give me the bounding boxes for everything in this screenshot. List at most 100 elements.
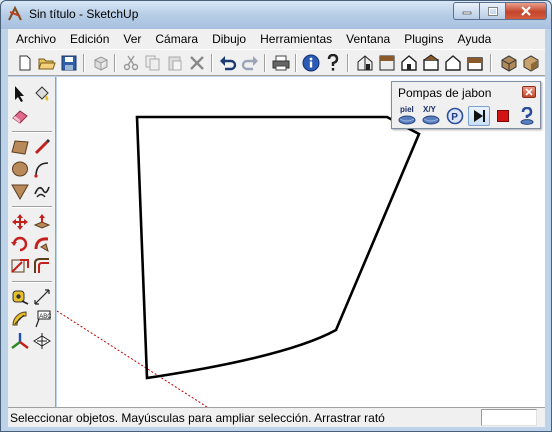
- open-button[interactable]: [37, 53, 57, 73]
- protractor-tool-button[interactable]: [10, 309, 30, 329]
- tools-toolbar: ABC: [8, 77, 56, 407]
- minimize-button[interactable]: [453, 2, 479, 20]
- top-view-button[interactable]: [377, 53, 397, 73]
- scale-tool-button[interactable]: [10, 256, 30, 276]
- menu-herramientas[interactable]: Herramientas: [253, 30, 339, 48]
- rotate-tool-button[interactable]: [10, 234, 30, 254]
- save-button[interactable]: [59, 53, 79, 73]
- toolbar-close-button[interactable]: [522, 86, 536, 98]
- title-bar[interactable]: Sin título - SketchUp: [1, 1, 551, 29]
- redo-button[interactable]: [240, 53, 260, 73]
- push-pull-icon: [33, 214, 51, 229]
- rectangle-tool-button[interactable]: [10, 137, 30, 157]
- new-button[interactable]: [15, 53, 35, 73]
- polygon-tool-button[interactable]: [10, 181, 30, 201]
- p-button[interactable]: P: [444, 106, 466, 126]
- move-tool-button[interactable]: [10, 212, 30, 232]
- polygon-icon: [11, 184, 29, 200]
- model-info-button[interactable]: [301, 53, 321, 73]
- menu-camara[interactable]: Cámara: [148, 30, 205, 48]
- xy-button[interactable]: X/Y: [420, 105, 442, 126]
- menu-plugins[interactable]: Plugins: [397, 30, 450, 48]
- info-icon: [302, 54, 320, 72]
- line-tool-button[interactable]: [32, 137, 52, 157]
- rotate-icon: [11, 236, 28, 252]
- top-view-icon: [379, 55, 395, 71]
- help-context-button[interactable]: [323, 53, 343, 73]
- app-window: Sin título - SketchUp Archivo Edición Ve…: [0, 0, 552, 432]
- question-mark-icon: [327, 54, 339, 71]
- back-view-button[interactable]: [443, 53, 463, 73]
- shaded-box-icon: [523, 55, 539, 72]
- maximize-button[interactable]: [479, 2, 505, 20]
- toolbar-separator: [12, 281, 52, 283]
- print-button[interactable]: [271, 53, 291, 73]
- 3d-text-tool-button[interactable]: [32, 331, 52, 351]
- dimension-tool-button[interactable]: [32, 287, 52, 307]
- menu-ayuda[interactable]: Ayuda: [451, 30, 499, 48]
- eraser-tool-button[interactable]: [10, 106, 30, 126]
- shaded-style-button[interactable]: [521, 53, 541, 73]
- iso-view-button[interactable]: [355, 53, 375, 73]
- menu-edicion[interactable]: Edición: [63, 30, 116, 48]
- left-view-button[interactable]: [465, 53, 485, 73]
- menu-ver[interactable]: Ver: [116, 30, 148, 48]
- help-button[interactable]: [516, 106, 538, 126]
- close-button[interactable]: [505, 2, 547, 20]
- paste-button[interactable]: [165, 53, 185, 73]
- soap-bubbles-toolbar[interactable]: Pompas de jabon piel X/Y P: [391, 81, 541, 129]
- wireframe-box-icon: [501, 55, 517, 72]
- delete-button[interactable]: [187, 53, 207, 73]
- new-file-icon: [19, 55, 31, 71]
- tape-measure-tool-button[interactable]: [10, 287, 30, 307]
- play-icon: [474, 110, 485, 122]
- minimize-icon: [462, 11, 471, 15]
- paint-bucket-tool-button[interactable]: [32, 84, 52, 104]
- left-house-icon: [467, 57, 483, 71]
- front-view-button[interactable]: [399, 53, 419, 73]
- undo-icon: [220, 56, 237, 71]
- freehand-tool-button[interactable]: [32, 181, 52, 201]
- paint-bucket-icon: [35, 86, 49, 101]
- select-tool-button[interactable]: [10, 84, 30, 104]
- paste-icon: [168, 56, 182, 71]
- play-button[interactable]: [468, 106, 490, 126]
- xy-button-label: X/Y: [423, 105, 436, 114]
- status-bar: Seleccionar objetos. Mayúsculas para amp…: [8, 407, 545, 427]
- question-icon: [520, 107, 534, 125]
- right-house-icon: [423, 54, 439, 71]
- dimension-icon: [34, 289, 50, 305]
- stop-button[interactable]: [492, 106, 514, 126]
- push-pull-tool-button[interactable]: [32, 212, 52, 232]
- stop-icon: [497, 110, 509, 122]
- cut-button[interactable]: [121, 53, 141, 73]
- text-tool-button[interactable]: ABC: [32, 309, 52, 329]
- undo-button[interactable]: [218, 53, 238, 73]
- toolbar-separator: [347, 54, 349, 72]
- measurements-box[interactable]: [481, 409, 537, 426]
- toolbar-separator: [490, 54, 492, 72]
- offset-tool-button[interactable]: [32, 256, 52, 276]
- drawn-face-outline[interactable]: [135, 115, 421, 380]
- arc-tool-button[interactable]: [32, 159, 52, 179]
- axes-tool-button[interactable]: [10, 331, 30, 351]
- circle-icon: [12, 161, 28, 177]
- menu-dibujo[interactable]: Dibujo: [205, 30, 253, 48]
- copy-button[interactable]: [143, 53, 163, 73]
- skin-button[interactable]: piel: [396, 105, 418, 126]
- toolbar-separator: [211, 54, 213, 72]
- right-view-button[interactable]: [421, 53, 441, 73]
- iso-house-icon: [357, 55, 373, 71]
- circle-tool-button[interactable]: [10, 159, 30, 179]
- close-icon: [525, 88, 533, 96]
- xray-style-button[interactable]: [499, 53, 519, 73]
- follow-me-tool-button[interactable]: [32, 234, 52, 254]
- copy-icon: [145, 55, 160, 71]
- menu-archivo[interactable]: Archivo: [9, 30, 63, 48]
- make-component-button[interactable]: [91, 53, 111, 73]
- open-folder-icon: [38, 58, 56, 70]
- sketchup-logo-icon: [8, 6, 22, 21]
- select-arrow-icon: [15, 86, 24, 102]
- menu-ventana[interactable]: Ventana: [339, 30, 397, 48]
- follow-me-icon: [34, 237, 49, 253]
